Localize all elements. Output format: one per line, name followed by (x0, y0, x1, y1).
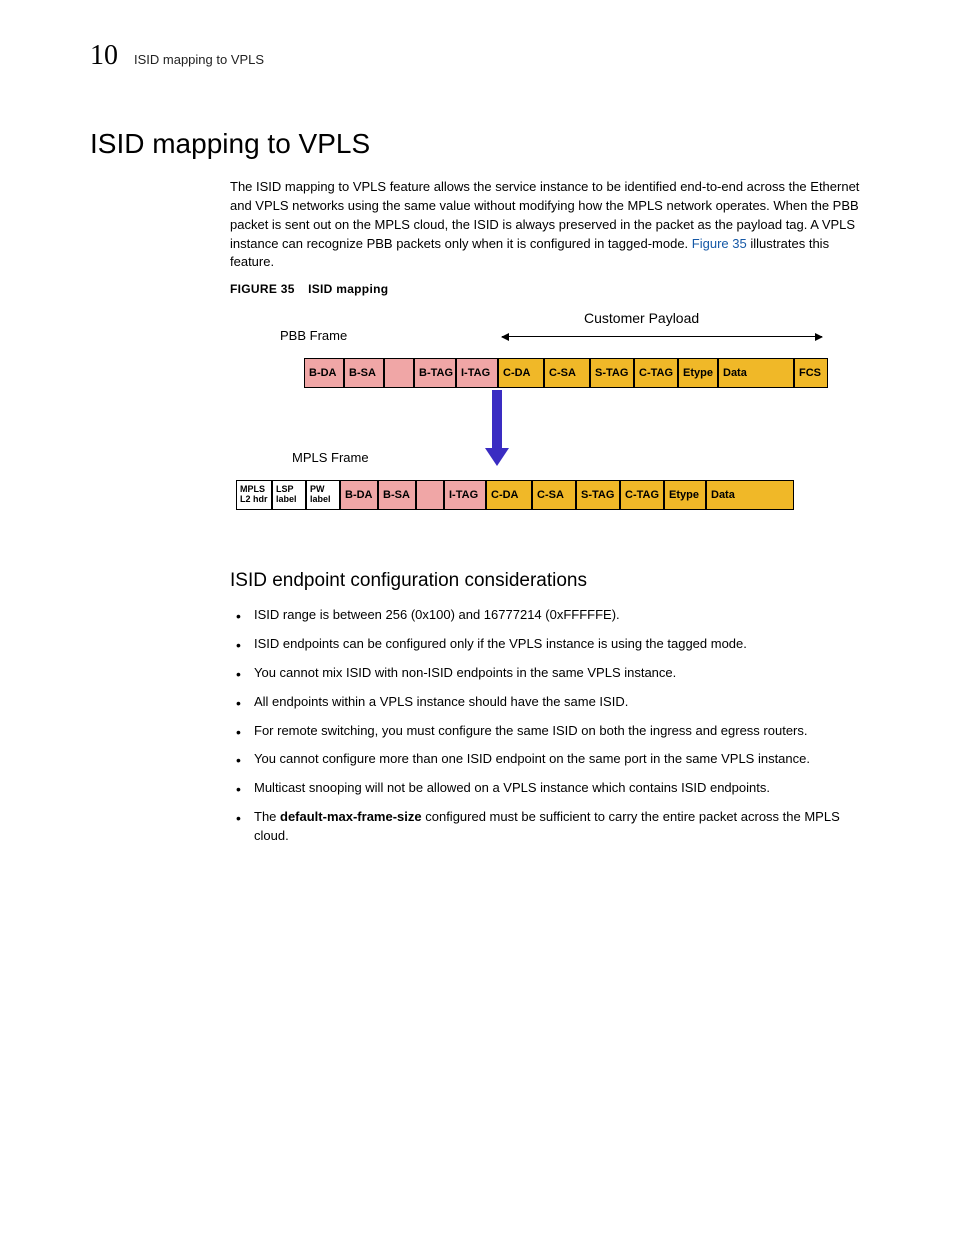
header-section-title: ISID mapping to VPLS (134, 52, 264, 67)
page-number: 10 (90, 40, 118, 72)
payload-arrow (502, 336, 822, 337)
frame-cell: Data (718, 358, 794, 388)
frame-cell (416, 480, 444, 510)
list-item: ISID range is between 256 (0x100) and 16… (230, 606, 874, 625)
list-item: All endpoints within a VPLS instance sho… (230, 693, 874, 712)
frame-cell: Etype (664, 480, 706, 510)
frame-cell: S-TAG (590, 358, 634, 388)
frame-cell: Data (706, 480, 794, 510)
frame-cell: I-TAG (456, 358, 498, 388)
figure-link[interactable]: Figure 35 (692, 236, 747, 251)
mpls-prefix-cell: LSPlabel (272, 480, 306, 510)
frame-cell (384, 358, 414, 388)
frame-cell: B-DA (340, 480, 378, 510)
subsection-title: ISID endpoint configuration consideratio… (230, 570, 874, 592)
list-item: You cannot mix ISID with non-ISID endpoi… (230, 664, 874, 683)
frame-cell: B-SA (344, 358, 384, 388)
frame-cell: C-DA (498, 358, 544, 388)
figure-isid-mapping: PBB Frame Customer Payload B-DAB-SAB-TAG… (230, 310, 874, 540)
considerations-list: ISID range is between 256 (0x100) and 16… (230, 606, 874, 846)
frame-cell: Etype (678, 358, 718, 388)
frame-cell: B-TAG (414, 358, 456, 388)
mpls-frame-row: B-DAB-SA I-TAGC-DAC-SAS-TAGC-TAGEtypeData (340, 480, 794, 510)
mpls-frame-label: MPLS Frame (292, 450, 369, 465)
frame-cell: FCS (794, 358, 828, 388)
frame-cell: B-DA (304, 358, 344, 388)
pbb-frame-label: PBB Frame (280, 328, 347, 343)
intro-paragraph: The ISID mapping to VPLS feature allows … (230, 178, 874, 272)
frame-cell: B-SA (378, 480, 416, 510)
mapping-arrow-icon (492, 390, 502, 450)
list-item: The default-max-frame-size configured mu… (230, 808, 874, 846)
mpls-prefix-cell: PWlabel (306, 480, 340, 510)
figure-label: FIGURE 35 (230, 282, 295, 296)
list-item: For remote switching, you must configure… (230, 722, 874, 741)
list-item: Multicast snooping will not be allowed o… (230, 779, 874, 798)
frame-cell: C-DA (486, 480, 532, 510)
mpls-prefix-row: MPLSL2 hdrLSPlabelPWlabel (236, 480, 340, 510)
page-header: 10 ISID mapping to VPLS (90, 40, 874, 72)
frame-cell: C-SA (544, 358, 590, 388)
list-item: ISID endpoints can be configured only if… (230, 635, 874, 654)
figure-caption: FIGURE 35 ISID mapping (230, 282, 874, 296)
frame-cell: C-TAG (620, 480, 664, 510)
frame-cell: I-TAG (444, 480, 486, 510)
frame-cell: C-SA (532, 480, 576, 510)
frame-cell: S-TAG (576, 480, 620, 510)
mpls-prefix-cell: MPLSL2 hdr (236, 480, 272, 510)
page-title: ISID mapping to VPLS (90, 128, 874, 160)
figure-title: ISID mapping (308, 282, 388, 296)
pbb-frame-row: B-DAB-SA B-TAGI-TAGC-DAC-SAS-TAGC-TAGEtyp… (304, 358, 828, 388)
list-item: You cannot configure more than one ISID … (230, 750, 874, 769)
frame-cell: C-TAG (634, 358, 678, 388)
customer-payload-label: Customer Payload (584, 310, 699, 326)
